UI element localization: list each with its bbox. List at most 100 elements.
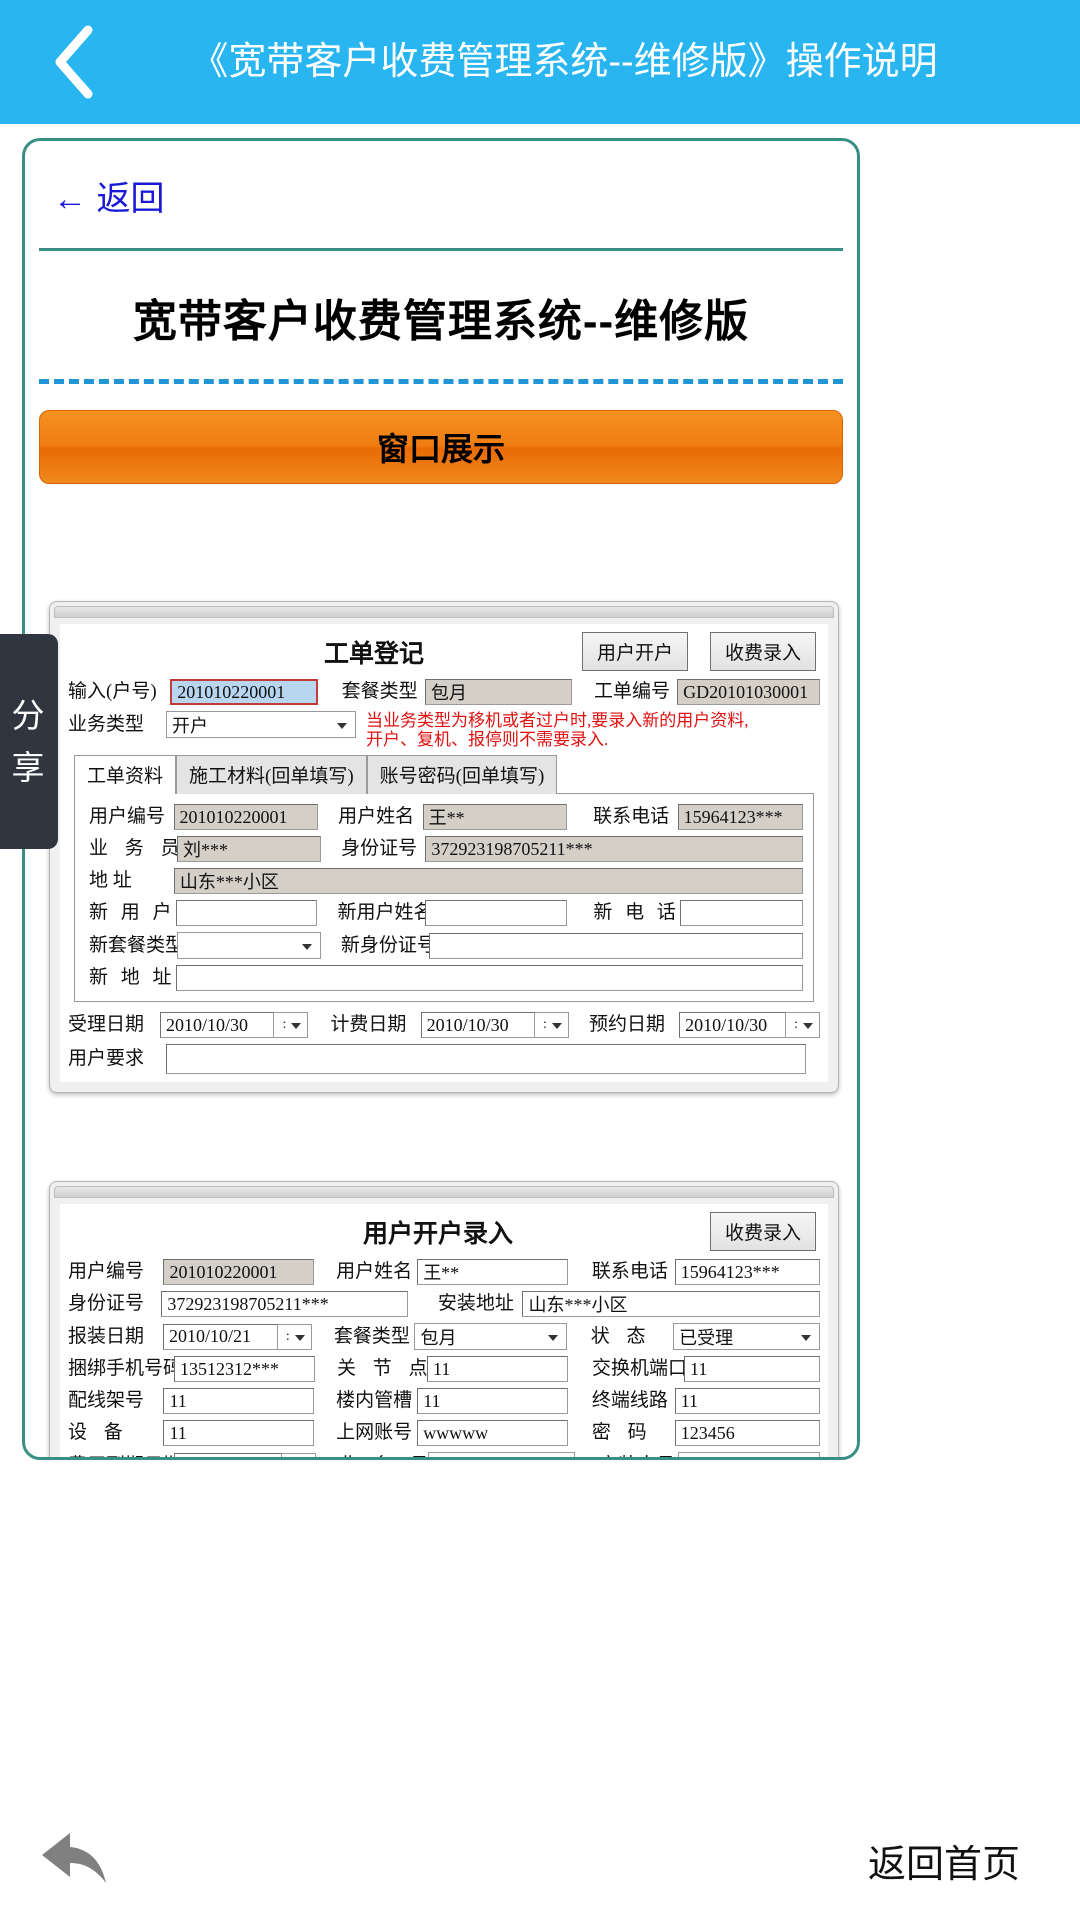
window-display-button[interactable]: 窗口展示 xyxy=(39,410,843,484)
rack-no-field[interactable]: 11 xyxy=(163,1388,315,1414)
accept-date-spinner[interactable]: : xyxy=(274,1012,309,1038)
status-select[interactable]: 已受理 xyxy=(673,1323,821,1350)
tab-work-order-data[interactable]: 工单资料 xyxy=(74,755,177,794)
joint-point-field[interactable]: 11 xyxy=(427,1356,569,1382)
expire-date-label: 费用到期日期 xyxy=(68,1456,182,1458)
new-phone-field[interactable] xyxy=(679,900,804,926)
bill-date-field[interactable]: 2010/10/30 xyxy=(420,1012,535,1038)
input-house-no-label: 输入(户号) xyxy=(68,681,157,702)
salesman-field: 刘*** xyxy=(177,836,322,862)
device-label: 设 备 xyxy=(68,1422,129,1443)
accept-date-picker[interactable]: 2010/10/30 : xyxy=(160,1012,309,1038)
bill-date-picker[interactable]: 2010/10/30 : xyxy=(420,1012,569,1038)
user-name-label: 用户姓名 xyxy=(338,806,415,827)
account-entry-title: 用户开户录入 xyxy=(362,1220,513,1248)
new-user-name-label: 新用户姓名 xyxy=(337,902,433,923)
user-name-field-2[interactable]: 王** xyxy=(417,1259,568,1285)
apply-date-label: 报装日期 xyxy=(68,1325,145,1347)
net-account-field[interactable]: wwwww xyxy=(417,1420,568,1446)
book-date-field[interactable]: 2010/10/30 xyxy=(679,1012,786,1038)
user-no-label: 用户编号 xyxy=(89,806,166,827)
screenshot-account-entry: 用户开户录入 收费录入 用户编号 201010220001 用户姓名 王** 联… xyxy=(49,1181,839,1458)
installer-select[interactable]: 王*** xyxy=(678,1452,820,1457)
row2-device-account-password: 设 备 11 上网账号 wwwww 密 码 123456 xyxy=(68,1420,820,1446)
row-staff-id: 业 务 员 刘*** 身份证号 372923198705211*** xyxy=(89,836,803,862)
user-name-field: 王** xyxy=(422,804,568,830)
new-user-label: 新 用 户 xyxy=(89,902,176,923)
account-entry-header: 用户开户录入 收费录入 xyxy=(68,1210,820,1259)
status-label: 状 态 xyxy=(590,1325,652,1347)
biz-type-select[interactable]: 开户 xyxy=(166,711,356,738)
share-tab[interactable]: 分 享 xyxy=(0,634,58,849)
header-back-button[interactable] xyxy=(38,0,108,124)
book-date-picker[interactable]: 2010/10/30 : xyxy=(679,1012,820,1038)
row2-mobile-joint-port: 捆绑手机号码 13512312*** 关 节 点 11 交换机端口 11 xyxy=(68,1356,821,1382)
content-card: ← 返回 宽带客户收费管理系统--维修版 窗口展示 工单登记 用户开户 收费录入… xyxy=(22,138,860,1460)
bill-date-spinner[interactable]: : xyxy=(534,1012,569,1038)
expire-date-field[interactable]: 2010/10/31 xyxy=(174,1452,283,1457)
order-no-field: GD20101030001 xyxy=(677,679,820,705)
tab-account-password[interactable]: 账号密码(回单填写) xyxy=(366,755,558,794)
user-no-label-2: 用户编号 xyxy=(68,1261,145,1282)
id-number-field-2[interactable]: 372923198705211*** xyxy=(161,1291,408,1317)
share-tab-line-1: 分 xyxy=(11,696,47,734)
return-link[interactable]: ← 返回 xyxy=(25,141,164,220)
bind-mobile-label: 捆绑手机号码 xyxy=(68,1358,183,1379)
account-entry-window: 用户开户录入 收费录入 用户编号 201010220001 用户姓名 王** 联… xyxy=(60,1204,828,1458)
salesman-label: 业 务 员 xyxy=(89,838,186,859)
device-field[interactable]: 11 xyxy=(163,1420,315,1446)
terminal-line-label: 终端线路 xyxy=(591,1390,668,1411)
duct-field[interactable]: 11 xyxy=(417,1388,568,1414)
work-order-top-row: 输入(户号) 201010220001 套餐类型 包月 工单编号 GD20101… xyxy=(68,679,820,705)
expire-date-spinner[interactable]: : xyxy=(282,1452,317,1457)
row-new-user: 新 用 户 新用户姓名 新 电 话 xyxy=(89,900,804,926)
open-account-button[interactable]: 用户开户 xyxy=(581,632,688,671)
package-type-label: 套餐类型 xyxy=(341,681,418,702)
user-name-label-2: 用户姓名 xyxy=(336,1261,413,1282)
bind-mobile-field[interactable]: 13512312*** xyxy=(174,1356,316,1382)
new-user-name-field[interactable] xyxy=(425,900,568,926)
fee-entry-button-2[interactable]: 收费录入 xyxy=(709,1212,816,1251)
tab-construction-material[interactable]: 施工材料(回单填写) xyxy=(176,755,367,794)
apply-date-spinner[interactable]: : xyxy=(277,1323,312,1350)
installer-label: 安装人员 xyxy=(599,1455,678,1457)
user-no-field: 201010220001 xyxy=(173,804,319,830)
work-order-biz-row: 业务类型 开户 当业务类型为移机或者过户时,要录入新的用户资料, 开户、复机、报… xyxy=(68,711,820,749)
chevron-left-icon xyxy=(50,24,96,100)
new-address-field[interactable] xyxy=(175,965,803,991)
book-date-label: 预约日期 xyxy=(588,1014,665,1035)
install-address-field[interactable]: 山东***小区 xyxy=(522,1291,820,1317)
page-title: 《宽带客户收费管理系统--维修版》操作说明 xyxy=(190,41,938,83)
terminal-line-field[interactable]: 11 xyxy=(674,1388,820,1414)
order-no-label: 工单编号 xyxy=(593,681,670,702)
id-number-field: 372923198705211*** xyxy=(425,836,803,862)
password-field[interactable]: 123456 xyxy=(674,1420,820,1446)
new-id-label: 新身份证号 xyxy=(340,934,436,956)
switch-port-field[interactable]: 11 xyxy=(684,1356,821,1382)
row-dates: 受理日期 2010/10/30 : 计费日期 2010/10/30 : 预约日期… xyxy=(68,1012,820,1038)
address-field: 山东***小区 xyxy=(173,868,803,894)
expire-date-picker[interactable]: 2010/10/31 : xyxy=(174,1452,317,1457)
accept-date-field[interactable]: 2010/10/30 xyxy=(160,1012,275,1038)
bottom-navigation-bar: 返回首页 xyxy=(0,1800,1080,1920)
apply-date-field[interactable]: 2010/10/21 xyxy=(163,1323,278,1350)
package-type-select-2[interactable]: 包月 xyxy=(414,1323,567,1350)
apply-date-picker[interactable]: 2010/10/21 : xyxy=(163,1323,312,1350)
work-order-tabs: 工单资料 施工材料(回单填写) 账号密码(回单填写) xyxy=(74,755,820,794)
new-user-field[interactable] xyxy=(175,900,318,926)
bottom-back-button[interactable] xyxy=(36,1827,110,1894)
id-number-label: 身份证号 xyxy=(341,838,418,859)
password-label: 密 码 xyxy=(591,1422,653,1443)
contact-phone-label-2: 联系电话 xyxy=(591,1261,668,1282)
book-date-spinner[interactable]: : xyxy=(786,1012,820,1038)
row-new-package: 新套餐类型 新身份证号 xyxy=(89,932,803,959)
new-id-field[interactable] xyxy=(428,932,803,959)
contact-phone-field-2[interactable]: 15964123*** xyxy=(674,1259,820,1285)
input-house-no-field[interactable]: 201010220001 xyxy=(170,679,318,705)
fee-entry-button[interactable]: 收费录入 xyxy=(709,632,816,671)
salesman-select-2[interactable]: 刘*** xyxy=(428,1452,576,1457)
user-request-field[interactable] xyxy=(166,1044,806,1074)
home-link[interactable]: 返回首页 xyxy=(868,1833,1020,1888)
work-order-header: 工单登记 用户开户 收费录入 xyxy=(68,630,820,679)
new-package-select[interactable] xyxy=(177,932,321,959)
